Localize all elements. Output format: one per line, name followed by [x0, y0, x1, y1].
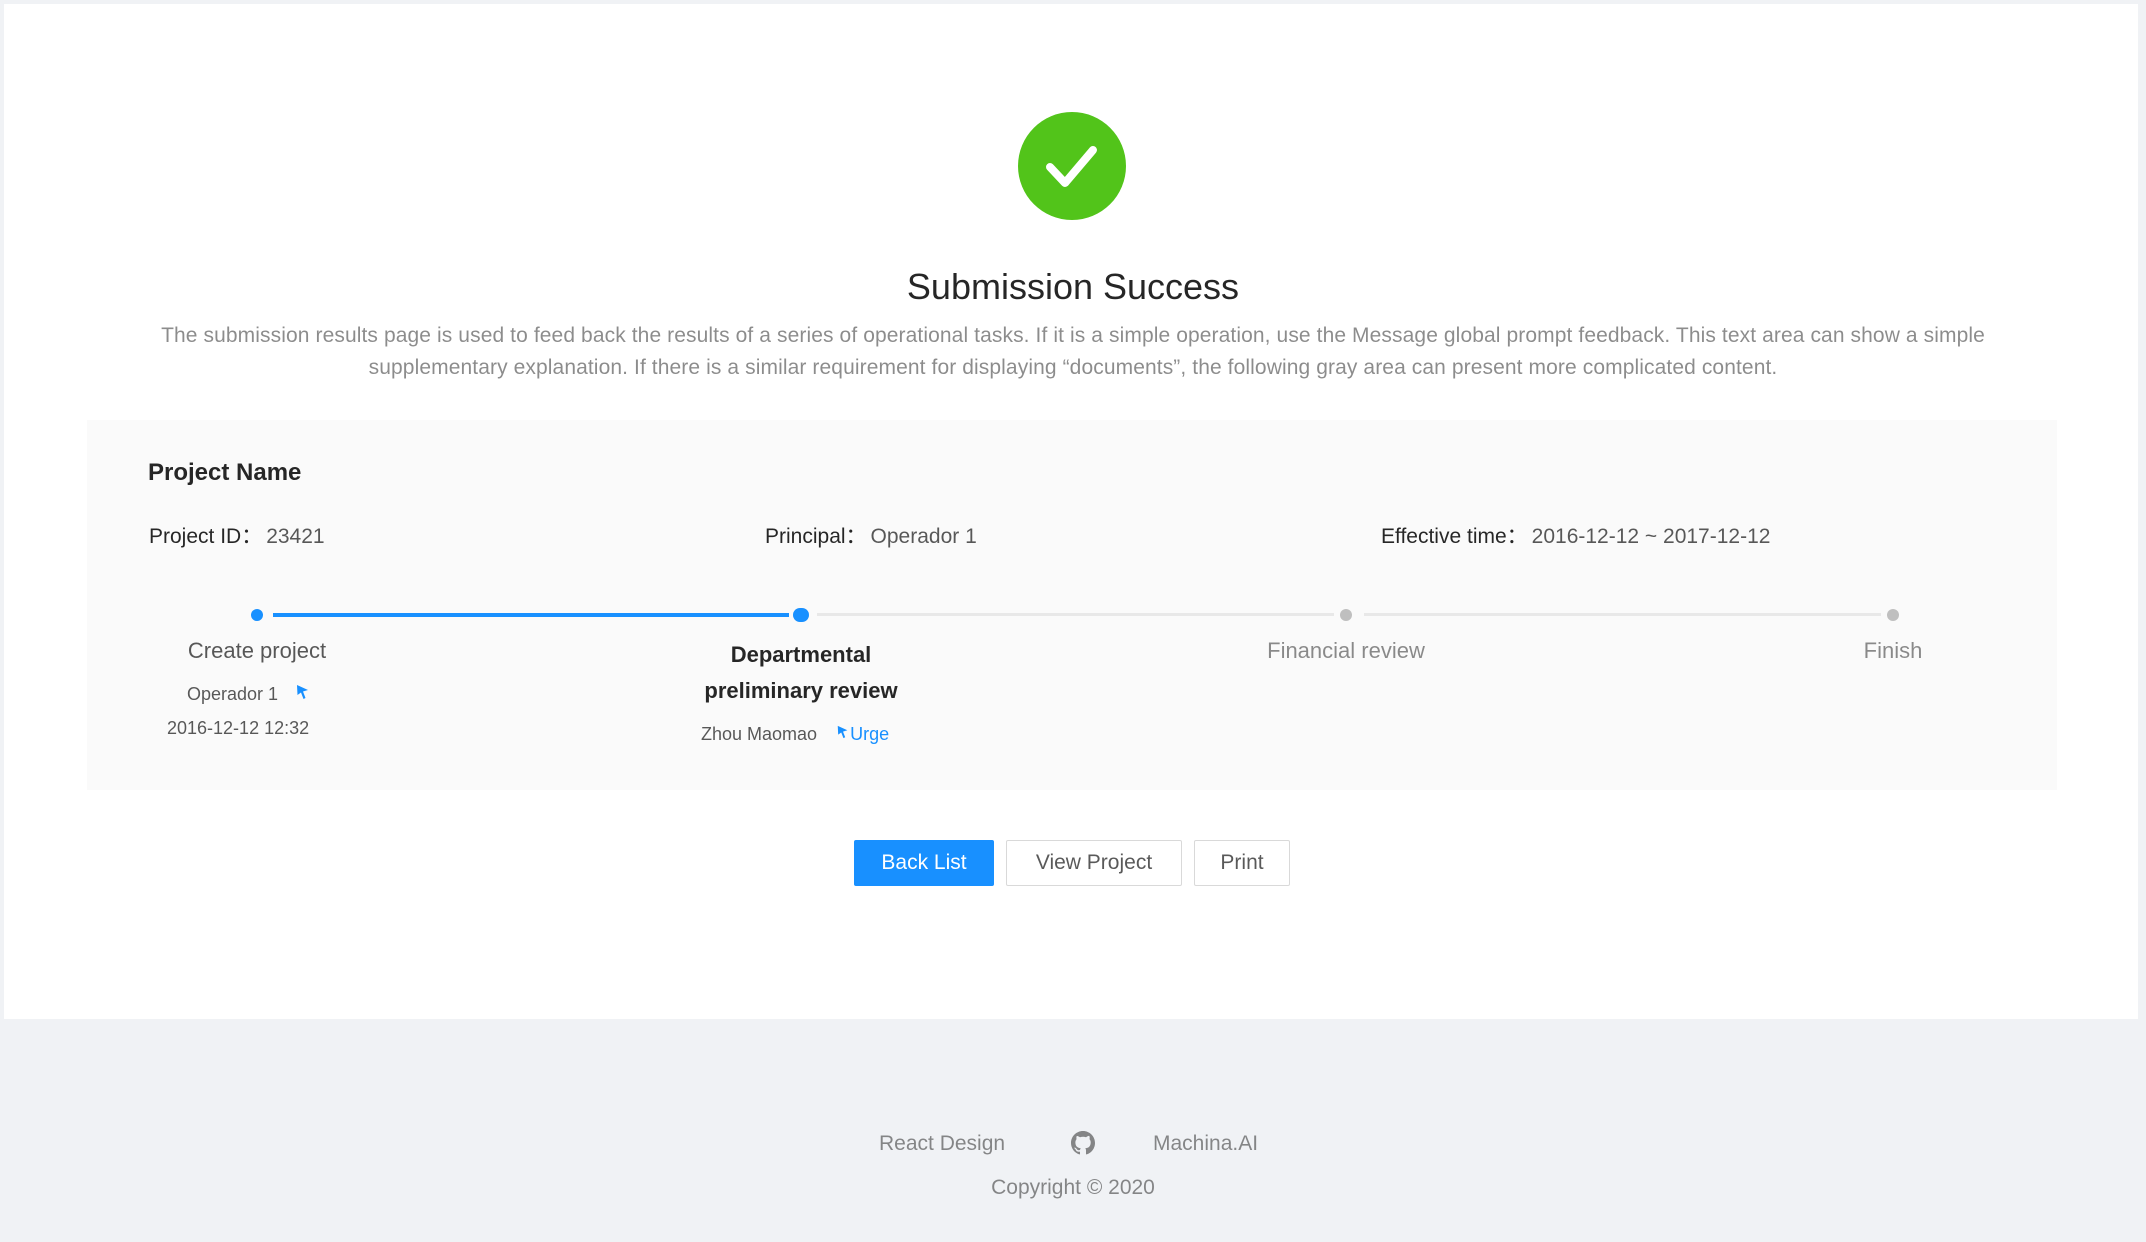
effective-time-field: Effective time： 2016-12-12 ~ 2017-12-12	[1381, 522, 1770, 552]
step-2-title-line-1: Departmental	[730, 642, 872, 667]
project-id-value: 23421	[266, 525, 325, 548]
step-dot-financial-review	[1340, 609, 1352, 621]
step-line-2	[817, 613, 1334, 616]
project-info-panel: Project Name Project ID： 23421 Principal：…	[87, 420, 2057, 790]
back-list-button[interactable]: Back List	[854, 840, 994, 886]
step-title-create-project: Create project	[187, 638, 327, 663]
effective-time-value: 2016-12-12 ~ 2017-12-12	[1531, 525, 1771, 548]
urge-link[interactable]: Urge	[836, 724, 889, 744]
step-title-finish: Finish	[1863, 638, 1923, 663]
step-title-departmental-review: Departmental preliminary review	[687, 637, 915, 709]
principal-label: Principal：	[765, 525, 867, 548]
footer-copyright: Copyright © 2020	[991, 1176, 1155, 1199]
pointer-icon	[836, 722, 850, 748]
step-title-financial-review: Financial review	[1267, 638, 1425, 663]
project-id-label: Project ID：	[149, 525, 263, 548]
project-name: Project Name	[148, 459, 302, 486]
project-id-field: Project ID： 23421	[149, 522, 325, 552]
result-description: The submission results page is used to f…	[90, 320, 2056, 384]
github-icon[interactable]	[1071, 1131, 1095, 1160]
check-circle-icon	[1018, 112, 1126, 220]
step-dot-finish	[1887, 609, 1899, 621]
principal-field: Principal： Operador 1	[765, 522, 977, 552]
result-description-line-2: supplementary explanation. If there is a…	[368, 356, 1778, 379]
step-line-1	[273, 613, 789, 617]
principal-value: Operador 1	[870, 525, 977, 548]
view-project-button[interactable]: View Project	[1006, 840, 1182, 886]
footer-link-react-design[interactable]: React Design	[879, 1128, 1005, 1160]
result-description-line-1: The submission results page is used to f…	[161, 324, 1985, 347]
step-2-person: Zhou Maomao Urge	[701, 721, 889, 748]
footer-link-machina-ai[interactable]: Machina.AI	[1153, 1128, 1258, 1160]
urge-label[interactable]: Urge	[850, 724, 889, 744]
print-button[interactable]: Print	[1194, 840, 1290, 886]
step-1-time: 2016-12-12 12:32	[167, 718, 310, 738]
step-dot-departmental-review	[793, 608, 809, 622]
step-1-person: Operador 1	[187, 681, 311, 708]
step-line-3	[1364, 613, 1881, 616]
step-2-person-name: Zhou Maomao	[701, 724, 818, 744]
step-2-title-line-2: preliminary review	[704, 678, 898, 703]
result-title: Submission Success	[906, 266, 1240, 307]
step-dot-create-project	[251, 609, 263, 621]
pointer-icon	[295, 682, 311, 708]
effective-time-label: Effective time：	[1381, 525, 1528, 548]
step-1-person-name: Operador 1	[187, 684, 279, 704]
